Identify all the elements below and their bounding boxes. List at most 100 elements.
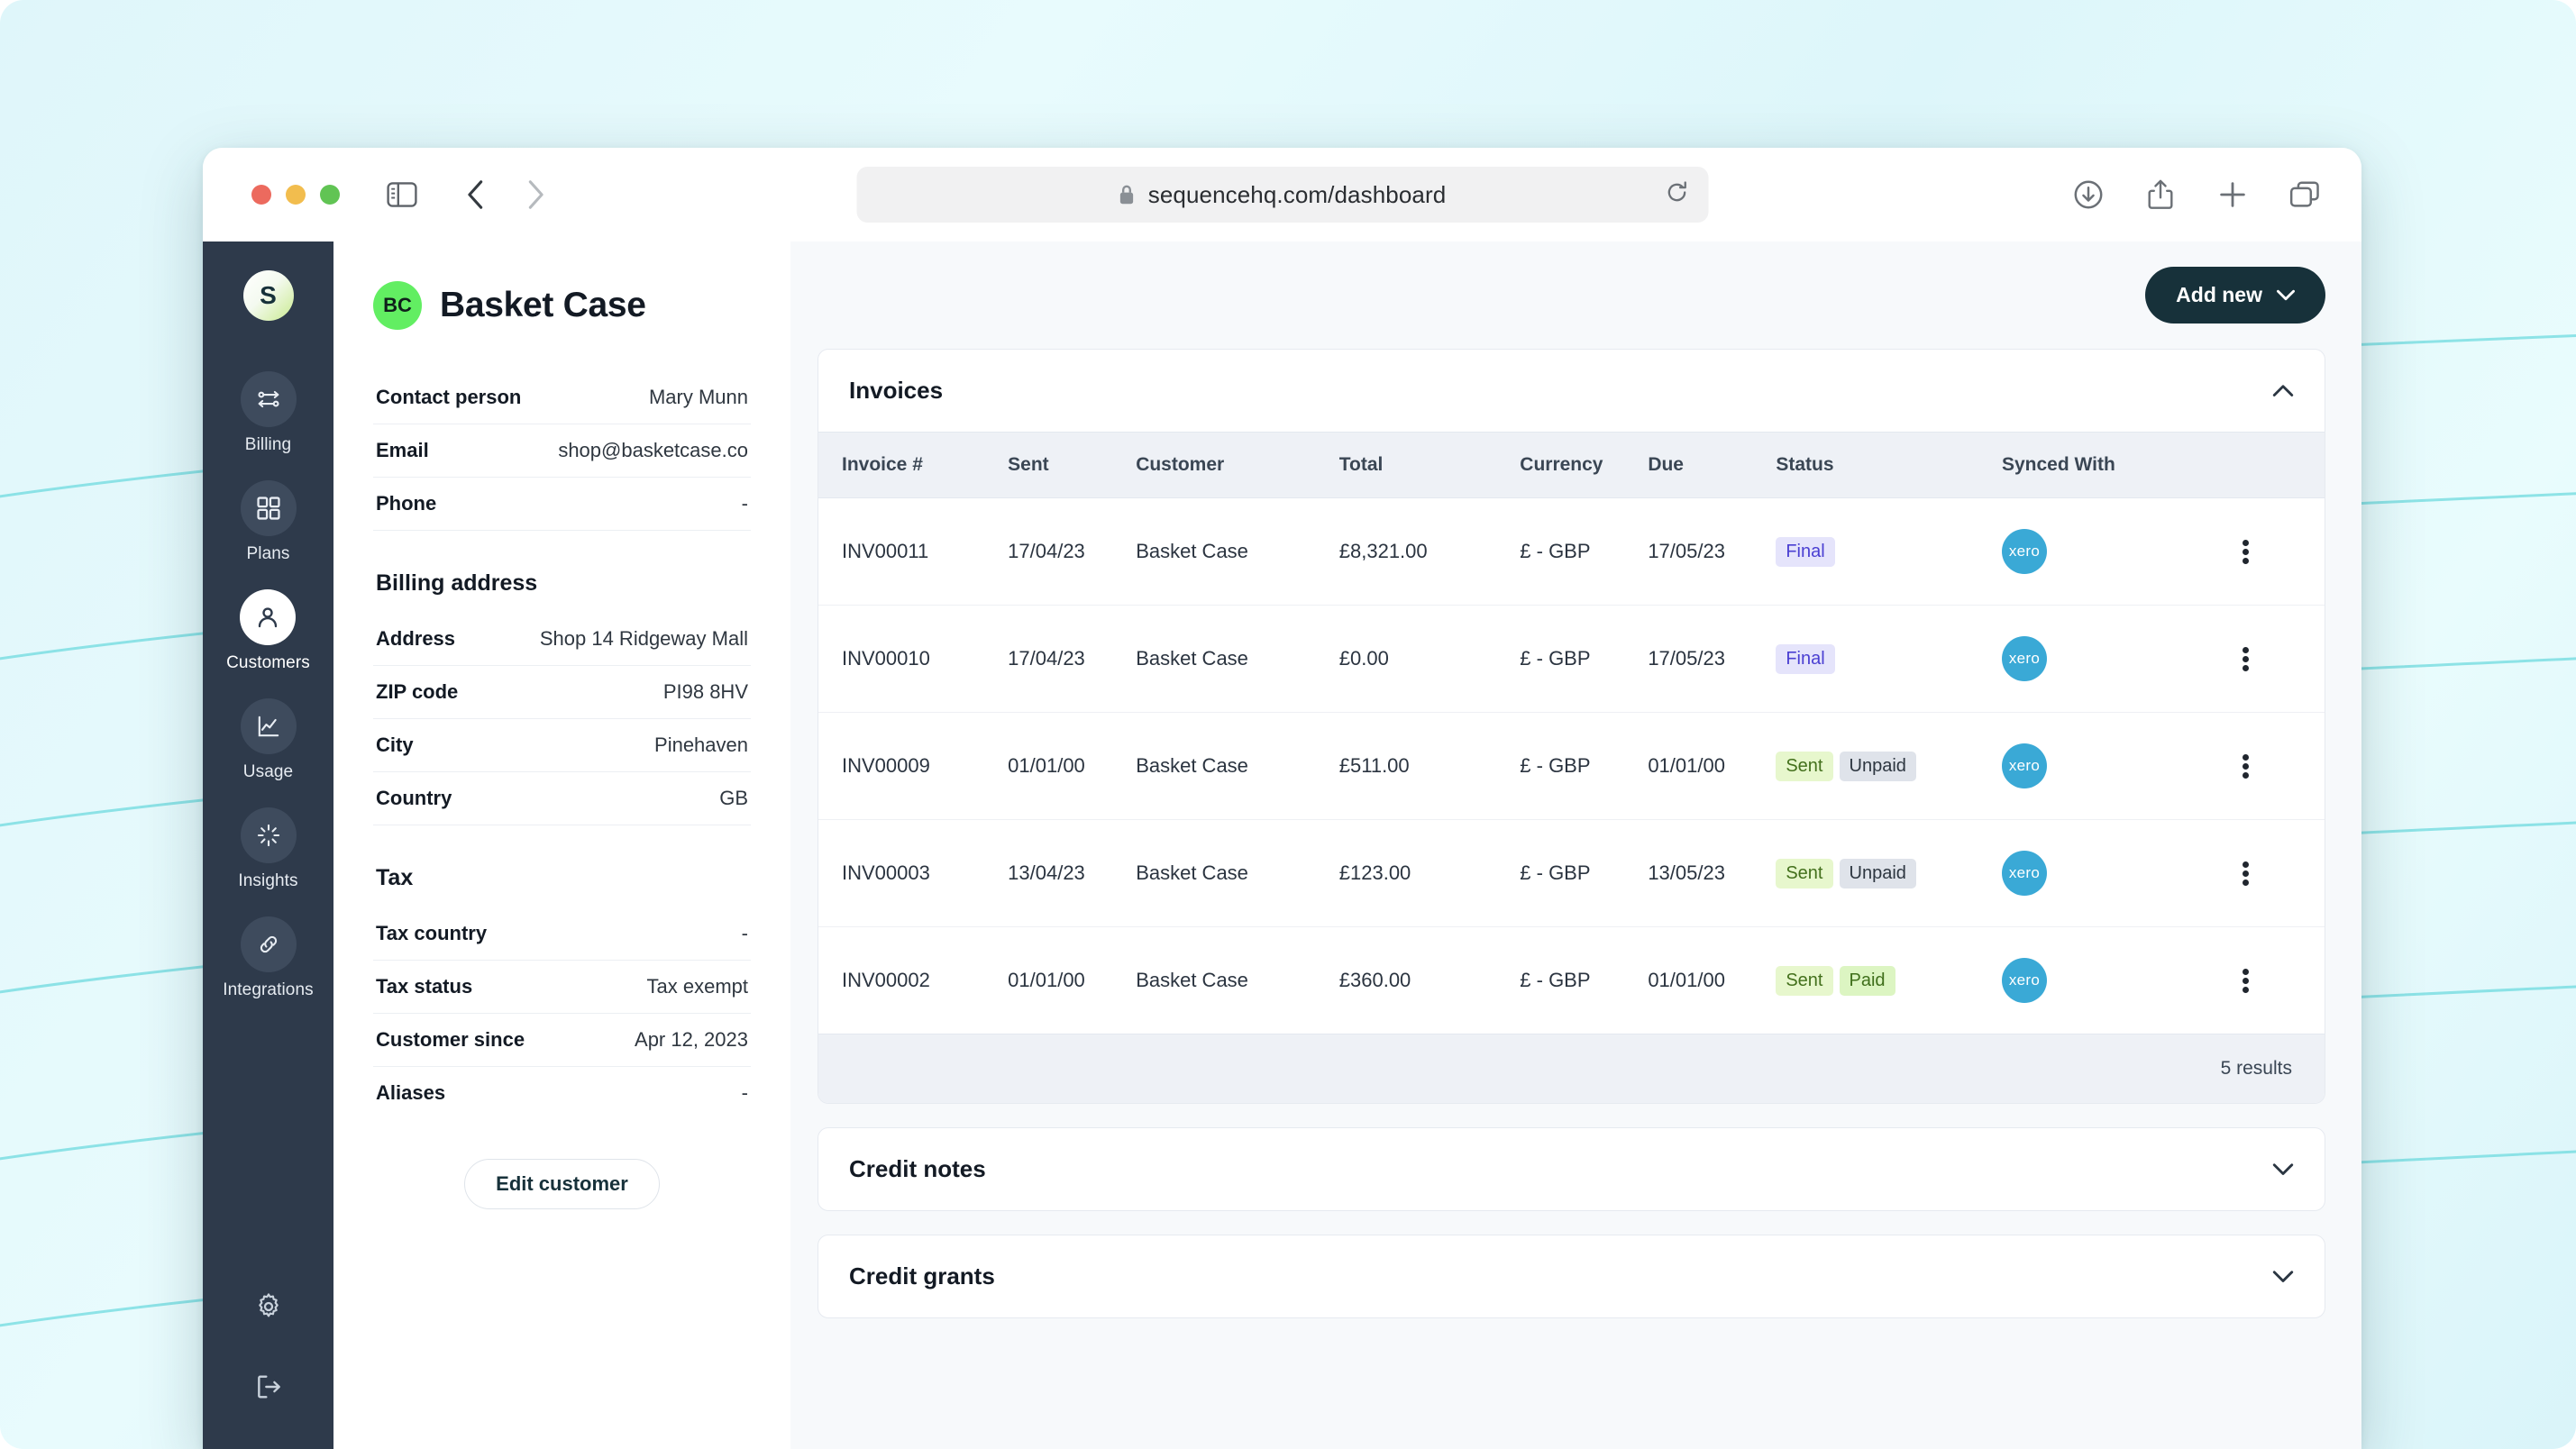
sidebar-item-label: Insights: [238, 871, 297, 891]
link-chain-icon: [241, 916, 297, 972]
xero-icon: xero: [2002, 636, 2047, 681]
cell-sent-date: 17/04/23: [991, 606, 1119, 713]
sidebar-item-customers[interactable]: Customers: [226, 589, 310, 673]
status-badges: SentUnpaid: [1776, 752, 1969, 781]
column-header-due[interactable]: Due: [1631, 433, 1759, 498]
sidebar-item-usage[interactable]: Usage: [241, 698, 297, 782]
share-icon[interactable]: [2140, 174, 2181, 215]
cell-invoice-number: INV00010: [818, 606, 991, 713]
detail-row: Tax country -: [373, 907, 751, 961]
detail-row: Phone -: [373, 478, 751, 531]
detail-value: shop@basketcase.co: [558, 439, 748, 462]
detail-label: Country: [376, 787, 452, 810]
cell-due-date: 01/01/00: [1631, 713, 1759, 820]
credit-notes-panel: Credit notes: [818, 1127, 2325, 1211]
column-header-status[interactable]: Status: [1759, 433, 1986, 498]
more-options-icon[interactable]: [2183, 644, 2309, 674]
status-badge: Paid: [1840, 966, 1895, 996]
window-controls[interactable]: [251, 185, 340, 205]
more-options-icon[interactable]: [2183, 537, 2309, 567]
tab-overview-icon[interactable]: [2284, 174, 2325, 215]
invoices-panel-header[interactable]: Invoices: [818, 350, 2325, 432]
invoices-table-head: Invoice # Sent Customer Total Currency D…: [818, 433, 2325, 498]
invoices-table: Invoice # Sent Customer Total Currency D…: [818, 432, 2325, 1103]
close-window-button[interactable]: [251, 185, 271, 205]
column-header-invoice[interactable]: Invoice #: [818, 433, 991, 498]
sidebar-item-plans[interactable]: Plans: [241, 480, 297, 564]
toolbar-actions: [2068, 174, 2333, 215]
cell-actions: [2167, 498, 2325, 606]
cell-synced-with: xero: [1986, 820, 2167, 927]
more-options-icon[interactable]: [2183, 966, 2309, 996]
chevron-down-icon: [2277, 289, 2295, 301]
chevron-right-icon[interactable]: [515, 174, 556, 215]
credit-notes-panel-header[interactable]: Credit notes: [818, 1128, 2325, 1210]
more-options-icon[interactable]: [2183, 752, 2309, 781]
add-new-button[interactable]: Add new: [2145, 267, 2325, 324]
gear-icon[interactable]: [254, 1292, 283, 1326]
column-header-total[interactable]: Total: [1323, 433, 1504, 498]
status-badge: Sent: [1776, 859, 1832, 889]
sidebar-item-label: Billing: [245, 435, 291, 455]
sidebar-item-integrations[interactable]: Integrations: [223, 916, 314, 1000]
detail-row: Email shop@basketcase.co: [373, 424, 751, 478]
detail-row: Tax status Tax exempt: [373, 961, 751, 1014]
line-chart-icon: [241, 698, 297, 754]
more-options-icon[interactable]: [2183, 859, 2309, 889]
detail-label: Tax country: [376, 922, 487, 945]
cell-total: £360.00: [1323, 927, 1504, 1034]
brand-logo[interactable]: S: [243, 270, 294, 321]
main-toolbar: Add new: [818, 267, 2325, 324]
sidebar-toggle-icon[interactable]: [381, 174, 423, 215]
chevron-down-icon[interactable]: [2272, 1270, 2294, 1283]
table-row[interactable]: INV0000313/04/23Basket Case£123.00£ - GB…: [818, 820, 2325, 927]
sidebar-item-billing[interactable]: Billing: [241, 371, 297, 455]
cell-due-date: 17/05/23: [1631, 606, 1759, 713]
download-icon[interactable]: [2068, 174, 2109, 215]
table-row[interactable]: INV0000901/01/00Basket Case£511.00£ - GB…: [818, 713, 2325, 820]
cell-status: SentUnpaid: [1759, 713, 1986, 820]
sidebar-item-insights[interactable]: Insights: [238, 807, 297, 891]
table-row[interactable]: INV0001117/04/23Basket Case£8,321.00£ - …: [818, 498, 2325, 606]
detail-value: -: [742, 922, 748, 945]
reload-icon[interactable]: [1665, 181, 1688, 209]
panel-title: Invoices: [849, 377, 943, 405]
table-row[interactable]: INV0001017/04/23Basket Case£0.00£ - GBP1…: [818, 606, 2325, 713]
address-bar[interactable]: sequencehq.com/dashboard: [856, 167, 1708, 223]
billing-address-heading: Billing address: [376, 570, 751, 597]
table-row[interactable]: INV0000201/01/00Basket Case£360.00£ - GB…: [818, 927, 2325, 1034]
detail-value: -: [742, 492, 748, 515]
billing-address-list: Address Shop 14 Ridgeway Mall ZIP code P…: [373, 613, 751, 825]
cell-total: £8,321.00: [1323, 498, 1504, 606]
credit-grants-panel: Credit grants: [818, 1235, 2325, 1318]
status-badge: Unpaid: [1840, 859, 1916, 889]
status-badge: Final: [1776, 537, 1834, 567]
detail-label: Contact person: [376, 386, 521, 409]
status-badge: Final: [1776, 644, 1834, 674]
xero-icon: xero: [2002, 958, 2047, 1003]
detail-row: Contact person Mary Munn: [373, 371, 751, 424]
cell-synced-with: xero: [1986, 498, 2167, 606]
maximize-window-button[interactable]: [320, 185, 340, 205]
chevron-up-icon[interactable]: [2272, 384, 2294, 397]
column-header-sent[interactable]: Sent: [991, 433, 1119, 498]
detail-label: Tax status: [376, 975, 472, 998]
chevron-left-icon[interactable]: [455, 174, 497, 215]
chevron-down-icon[interactable]: [2272, 1162, 2294, 1176]
column-header-customer[interactable]: Customer: [1119, 433, 1323, 498]
column-header-synced-with[interactable]: Synced With: [1986, 433, 2167, 498]
invoices-table-foot: 5 results: [818, 1034, 2325, 1104]
column-header-currency[interactable]: Currency: [1503, 433, 1631, 498]
detail-value: Tax exempt: [647, 975, 749, 998]
page-title: Basket Case: [440, 286, 646, 325]
cell-invoice-number: INV00003: [818, 820, 991, 927]
minimize-window-button[interactable]: [286, 185, 306, 205]
sidebar-item-label: Usage: [243, 762, 293, 782]
logout-icon[interactable]: [254, 1372, 283, 1406]
edit-customer-button[interactable]: Edit customer: [464, 1159, 660, 1209]
cell-customer: Basket Case: [1119, 820, 1323, 927]
cell-synced-with: xero: [1986, 927, 2167, 1034]
cell-currency: £ - GBP: [1503, 606, 1631, 713]
plus-icon[interactable]: [2212, 174, 2253, 215]
credit-grants-panel-header[interactable]: Credit grants: [818, 1235, 2325, 1317]
